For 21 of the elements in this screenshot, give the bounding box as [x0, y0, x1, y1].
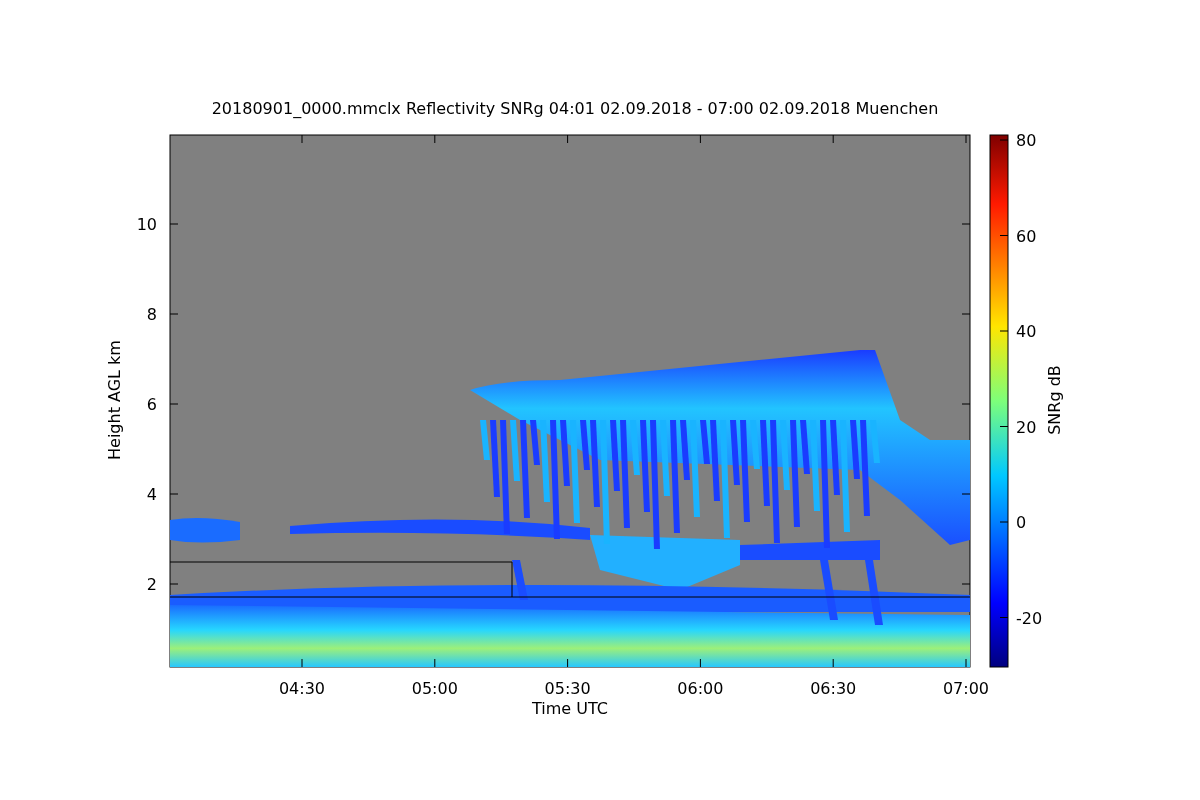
chart-title: 20180901_0000.mmclx Reflectivity SNRg 04:01 02.09.2018 - 07:00 02.09.2018 Muenchen [211, 99, 939, 118]
colorbar-tick-label: 20 [1016, 417, 1037, 437]
y-axis-label: Height AGL km [105, 340, 124, 460]
x-tick-label: 05:00 [411, 679, 458, 698]
colorbar-tick-label: 80 [1016, 131, 1037, 150]
y-tick-label: 2 [146, 575, 157, 594]
colorbar-label: SNRg dB [1045, 365, 1064, 435]
x-tick-label: 05:30 [544, 679, 591, 698]
x-axis-label: Time UTC [532, 699, 608, 718]
colorbar-tick-label: -20 [1016, 608, 1043, 628]
y-tick-label: 4 [146, 485, 157, 504]
x-tick-label: 06:00 [677, 679, 724, 698]
y-tick-label: 8 [146, 305, 157, 324]
colorbar-tick-label: 40 [1016, 322, 1037, 341]
y-tick-label: 10 [136, 215, 157, 234]
x-tick-label: 07:00 [942, 679, 990, 698]
x-tick-label: 04:30 [278, 679, 326, 698]
y-tick-label: 6 [146, 395, 157, 414]
colorbar-tick-label: 60 [1016, 226, 1037, 246]
x-tick-label: 06:30 [810, 679, 857, 698]
colorbar-tick-label: 0 [1016, 513, 1027, 532]
